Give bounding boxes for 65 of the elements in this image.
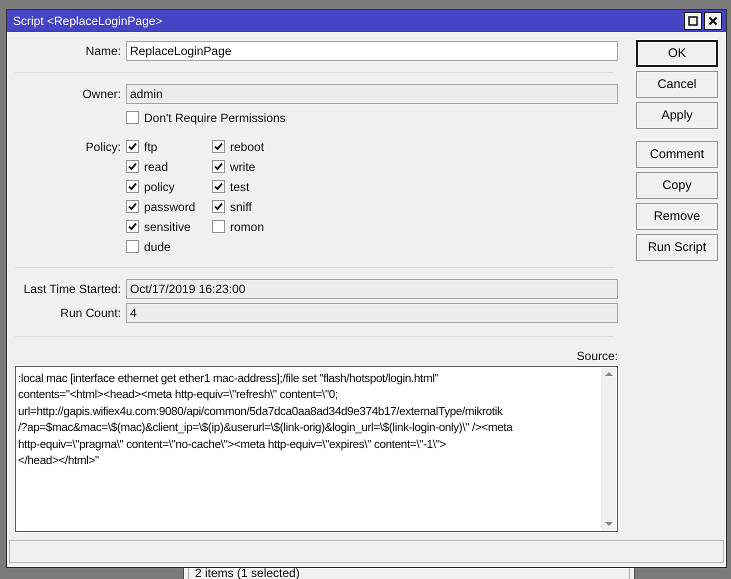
checkbox-label: write [230, 160, 256, 174]
source-label: Source: [576, 348, 618, 362]
readonly-field[interactable]: 4 [126, 302, 618, 322]
owner-field[interactable]: admin [126, 84, 618, 104]
code-line: url=http://gapis.wifiex4u.com:9080/api/common/5da7dca0aa8ad34d9e374b17/externalType/mikrotik [18, 404, 504, 420]
checkbox[interactable] [212, 180, 225, 193]
checkbox-label: read [144, 160, 168, 174]
checkbox[interactable] [126, 220, 139, 233]
field-label: Policy: [84, 138, 121, 156]
field-label: Owner: [81, 86, 121, 100]
field-label: Name: [84, 44, 121, 58]
readonly-field[interactable]: Oct/17/2019 16:23:00 [126, 278, 618, 298]
name-field[interactable]: ReplaceLoginPage [126, 40, 618, 60]
checkbox-label: password [144, 200, 196, 214]
checkmark-icon [214, 182, 223, 191]
code-line: </head></html>" [18, 453, 100, 469]
checkbox[interactable] [126, 160, 139, 173]
checkmark-icon [128, 202, 137, 211]
code-line: http-equiv=\"pragma\" content=\"no-cache\"><meta http-equiv=\"expires\" content=\"-1\"> [18, 436, 448, 452]
checkmark-icon [128, 182, 137, 191]
dialog-button[interactable]: Apply [636, 102, 718, 128]
checkbox[interactable] [212, 160, 225, 173]
checkmark-icon [214, 202, 223, 211]
checkmark-icon [128, 142, 137, 151]
close-icon [708, 16, 718, 26]
checkbox[interactable] [126, 111, 139, 124]
checkbox-label: sensitive [144, 220, 191, 234]
checkbox[interactable] [126, 240, 139, 253]
code-line: /?ap=$mac&mac=\$(mac)&client_ip=\$(ip)&userurl=\$(link-orig)&login_url=\$(link-login-only)\" /><meta [18, 420, 514, 436]
checkmark-icon [214, 142, 223, 151]
field-label: Last Time Started: [22, 282, 121, 296]
checkbox-label: test [230, 180, 250, 194]
checkmark-icon [214, 162, 223, 171]
checkbox[interactable] [126, 140, 139, 153]
checkbox-label: sniff [230, 200, 252, 214]
dialog-button[interactable]: Comment [636, 140, 718, 168]
checkbox-label: dude [144, 240, 171, 254]
code-line: :local mac [interface ethernet get ether1 mac-address];/file set "flash/hotspot/login.html" [18, 370, 440, 386]
checkbox[interactable] [126, 200, 139, 213]
window-title: Script <ReplaceLoginPage> [13, 14, 162, 28]
field-label: Run Count: [59, 306, 121, 320]
dialog-button[interactable]: Cancel [636, 70, 718, 98]
close-button[interactable] [704, 12, 722, 30]
checkbox[interactable] [212, 220, 225, 233]
maximize-button[interactable] [684, 12, 702, 30]
checkbox[interactable] [126, 180, 139, 193]
checkmark-icon [128, 222, 137, 231]
checkbox-label: policy [144, 180, 175, 194]
maximize-icon [688, 16, 698, 26]
checkbox-label: romon [230, 220, 264, 234]
scrollbar[interactable] [601, 366, 617, 530]
checkbox[interactable] [212, 140, 225, 153]
checkbox-label: ftp [144, 140, 158, 154]
source-editor[interactable] [15, 366, 618, 532]
checkbox-label: reboot [230, 140, 264, 154]
checkbox-label: Don't Require Permissions [144, 110, 286, 124]
dialog-button[interactable]: Remove [636, 202, 718, 230]
dialog-button[interactable]: Run Script [636, 234, 718, 260]
scroll-up-icon[interactable] [605, 370, 613, 376]
checkbox[interactable] [212, 200, 225, 213]
checkmark-icon [128, 162, 137, 171]
code-line: contents="<html><head><meta http-equiv=\"refresh\" content=\"0; [18, 387, 339, 403]
dialog-button[interactable]: OK [636, 40, 718, 66]
dialog-button[interactable]: Copy [636, 172, 718, 198]
scroll-down-icon[interactable] [605, 522, 613, 526]
